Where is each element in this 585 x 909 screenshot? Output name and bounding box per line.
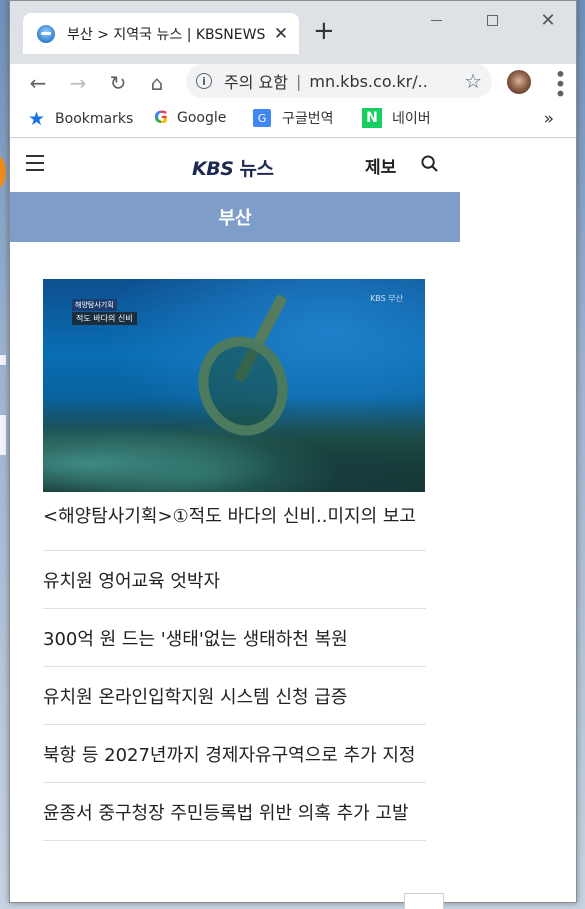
logo-suffix: 뉴스	[233, 158, 274, 180]
google-icon: G	[154, 108, 168, 128]
bookmark-item-naver[interactable]: N 네이버	[362, 108, 431, 128]
kbs-mobile-page: KBS 뉴스 제보 부산 해양탐사기획 적도 바다의 신비 KBS 부산 <해양…	[10, 138, 460, 841]
close-icon: ✕	[540, 9, 556, 31]
hero-caption: 해양탐사기획 적도 바다의 신비	[72, 292, 137, 325]
reload-icon[interactable]: ↻	[106, 71, 130, 95]
hero-headline-link[interactable]: <해양탐사기획>①적도 바다의 신비..미지의 보고	[43, 503, 426, 551]
bookmarks-overflow-icon[interactable]: »	[544, 109, 554, 129]
maximize-button[interactable]	[464, 1, 520, 39]
bookmark-item-translate[interactable]: G 구글번역	[253, 108, 334, 128]
more-button[interactable]	[404, 893, 444, 909]
naver-icon: N	[362, 108, 382, 128]
news-title: 유치원 영어교육 엇박자	[43, 570, 221, 592]
info-icon[interactable]: i	[196, 73, 212, 89]
omnibox-separator: |	[295, 71, 302, 91]
address-bar[interactable]: i 주의 요함 | mn.kbs.co.kr/... ☆	[186, 64, 492, 98]
news-title: 윤종서 중구청장 주민등록법 위반 의혹 추가 고발	[43, 802, 409, 824]
google-translate-icon: G	[253, 109, 271, 127]
forward-arrow-icon[interactable]: →	[66, 71, 90, 95]
bookmark-item-bookmarks[interactable]: ★ Bookmarks	[28, 108, 133, 130]
hero-caption-title: 적도 바다의 신비	[72, 312, 137, 325]
region-title: 부산	[10, 192, 460, 242]
bookmark-item-google[interactable]: G Google	[154, 108, 226, 128]
news-list-item[interactable]: 유치원 온라인입학지원 시스템 신청 급증	[43, 667, 426, 725]
kbs-favicon-icon	[37, 24, 55, 43]
hero-caption-series: 해양탐사기획	[72, 299, 117, 311]
search-icon[interactable]	[421, 155, 438, 172]
url-text[interactable]: mn.kbs.co.kr/...	[309, 72, 427, 91]
news-list-item[interactable]: 300억 원 드는 '생태'없는 생태하천 복원	[43, 609, 426, 667]
bookmark-label: 구글번역	[282, 111, 334, 127]
desktop-app-icon[interactable]	[0, 155, 6, 189]
browser-toolbar: ← → ↻ ⌂ i 주의 요함 | mn.kbs.co.kr/... ☆ •••	[10, 64, 576, 100]
back-arrow-icon[interactable]: ←	[26, 71, 50, 95]
browser-window: 부산 > 지역국 뉴스 | KBSNEWS ✕ + ✕ ← → ↻ ⌂ i 주의…	[9, 0, 577, 903]
minimize-icon	[430, 19, 442, 21]
minimize-button[interactable]	[408, 1, 464, 39]
maximize-icon	[486, 14, 498, 26]
bookmark-label: Bookmarks	[55, 111, 134, 127]
bookmarks-bar: ★ Bookmarks G Google G 구글번역 N 네이버 »	[10, 100, 576, 138]
site-header: KBS 뉴스 제보	[10, 138, 460, 192]
window-controls: ✕	[408, 1, 576, 39]
tab-close-icon[interactable]: ✕	[273, 24, 289, 44]
page-whitespace	[460, 138, 576, 902]
news-list-item[interactable]: 유치원 영어교육 엇박자	[43, 551, 426, 609]
bookmark-star-icon[interactable]: ☆	[464, 69, 482, 93]
hero-image[interactable]: 해양탐사기획 적도 바다의 신비 KBS 부산	[43, 279, 425, 492]
bookmark-label: Google	[176, 110, 227, 126]
bookmark-label: 네이버	[392, 111, 431, 127]
hamburger-menu-icon[interactable]	[26, 155, 44, 176]
kbs-news-logo[interactable]: KBS 뉴스	[192, 154, 274, 181]
close-window-button[interactable]: ✕	[520, 1, 576, 39]
news-list-item[interactable]: 북항 등 2027년까지 경제자유구역으로 추가 지정	[43, 725, 426, 783]
browser-tab[interactable]: 부산 > 지역국 뉴스 | KBSNEWS ✕	[23, 13, 299, 54]
menu-dots-icon[interactable]: •••	[548, 68, 572, 97]
news-area: 해양탐사기획 적도 바다의 신비 KBS 부산 <해양탐사기획>①적도 바다의 …	[10, 242, 460, 841]
logo-brand: KBS	[192, 158, 234, 180]
star-icon: ★	[28, 108, 46, 130]
news-list-item[interactable]: 윤종서 중구청장 주민등록법 위반 의혹 추가 고발	[43, 783, 426, 841]
desktop-fragment	[0, 355, 6, 365]
security-warning: 주의 요함	[224, 73, 288, 92]
report-button[interactable]: 제보	[365, 153, 396, 178]
news-title: 유치원 온라인입학지원 시스템 신청 급증	[43, 686, 348, 708]
news-title: 300억 원 드는 '생태'없는 생태하천 복원	[43, 628, 348, 650]
kbs-watermark: KBS 부산	[370, 294, 403, 303]
new-tab-icon[interactable]: +	[313, 18, 335, 44]
tab-title: 부산 > 지역국 뉴스 | KBSNEWS	[67, 26, 265, 43]
profile-avatar[interactable]	[507, 70, 531, 94]
home-icon[interactable]: ⌂	[145, 71, 169, 95]
news-title: 북항 등 2027년까지 경제자유구역으로 추가 지정	[43, 744, 416, 766]
tab-strip: 부산 > 지역국 뉴스 | KBSNEWS ✕ + ✕	[10, 1, 576, 64]
desktop-fragment	[0, 415, 6, 455]
